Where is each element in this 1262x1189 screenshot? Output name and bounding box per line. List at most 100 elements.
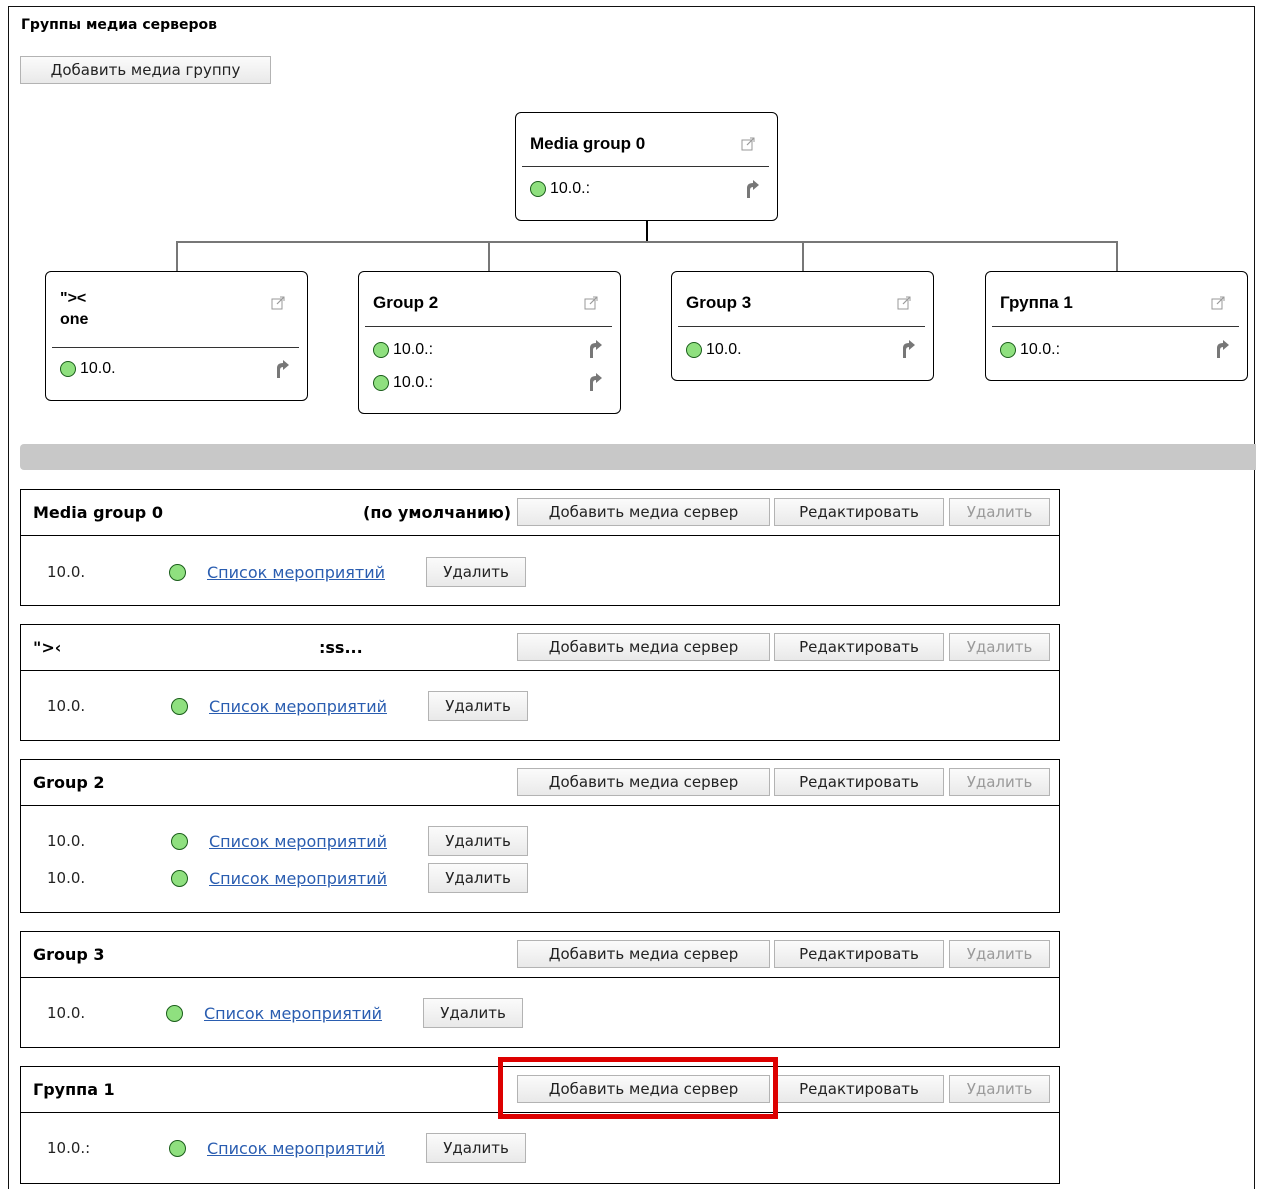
node-separator bbox=[52, 347, 299, 348]
node-separator bbox=[522, 166, 769, 167]
group-panel-header: Group 2 Добавить медиа сервер Редактиров… bbox=[21, 760, 1059, 806]
delete-group-button[interactable]: Удалить bbox=[949, 1075, 1050, 1103]
arrow-icon[interactable] bbox=[588, 340, 602, 358]
group-panel-header: ">‹ :ss... Добавить медиа сервер Редакти… bbox=[21, 625, 1059, 671]
arrow-icon[interactable] bbox=[745, 180, 759, 198]
node-separator bbox=[678, 326, 925, 327]
edit-icon[interactable] bbox=[897, 296, 911, 310]
server-row: 10.0. Список мероприятий Удалить bbox=[21, 691, 1059, 721]
tree-connector bbox=[176, 241, 178, 272]
node-separator bbox=[992, 326, 1239, 327]
tree-node[interactable]: Group 2 10.0.: 10.0.: bbox=[358, 271, 621, 414]
status-online-icon bbox=[171, 833, 188, 850]
highlight-box bbox=[498, 1057, 778, 1119]
edit-group-button[interactable]: Редактировать bbox=[774, 633, 944, 661]
tree-connector bbox=[646, 220, 648, 242]
delete-group-button[interactable]: Удалить bbox=[949, 768, 1050, 796]
tree-node[interactable]: Group 3 10.0. bbox=[671, 271, 934, 381]
edit-icon[interactable] bbox=[271, 296, 285, 310]
tree-node[interactable]: Группа 1 10.0.: bbox=[985, 271, 1248, 381]
edit-group-button[interactable]: Редактировать bbox=[774, 940, 944, 968]
events-list-link[interactable]: Список мероприятий bbox=[207, 563, 385, 582]
add-media-server-button[interactable]: Добавить медиа сервер bbox=[517, 768, 770, 796]
delete-group-button[interactable]: Удалить bbox=[949, 498, 1050, 526]
delete-server-button[interactable]: Удалить bbox=[426, 557, 526, 587]
arrow-icon[interactable] bbox=[1215, 340, 1229, 358]
server-address: 10.0. bbox=[706, 341, 742, 358]
group-panel: Group 2 Добавить медиа сервер Редактиров… bbox=[20, 759, 1060, 913]
edit-icon[interactable] bbox=[741, 137, 755, 151]
server-address: 10.0. bbox=[47, 1004, 86, 1022]
group-name-suffix: :ss... bbox=[319, 638, 363, 657]
status-online-icon bbox=[166, 1005, 183, 1022]
tree-server-row: 10.0. bbox=[686, 339, 742, 361]
delete-server-button[interactable]: Удалить bbox=[428, 691, 528, 721]
status-online-icon bbox=[1000, 342, 1016, 358]
arrow-icon[interactable] bbox=[275, 360, 289, 378]
events-list-link[interactable]: Список мероприятий bbox=[204, 1004, 382, 1023]
status-online-icon bbox=[530, 181, 546, 197]
default-group-label: (по умолчанию) bbox=[363, 503, 512, 522]
edit-icon[interactable] bbox=[1211, 296, 1225, 310]
server-row: 10.0. Список мероприятий Удалить bbox=[21, 863, 1059, 893]
delete-group-button[interactable]: Удалить bbox=[949, 633, 1050, 661]
group-name: Group 2 bbox=[33, 773, 105, 792]
delete-server-button[interactable]: Удалить bbox=[423, 998, 523, 1028]
edit-group-button[interactable]: Редактировать bbox=[774, 498, 944, 526]
server-address: 10.0. bbox=[47, 869, 86, 887]
tree-node-title: Group 3 bbox=[686, 293, 752, 312]
group-panel: Group 3 Добавить медиа сервер Редактиров… bbox=[20, 931, 1060, 1048]
group-name: Group 3 bbox=[33, 945, 105, 964]
add-media-server-button[interactable]: Добавить медиа сервер bbox=[517, 940, 770, 968]
group-name: ">‹ bbox=[33, 638, 62, 657]
server-address: 10.0.: bbox=[393, 374, 434, 391]
delete-server-button[interactable]: Удалить bbox=[428, 863, 528, 893]
node-separator bbox=[365, 326, 612, 327]
status-online-icon bbox=[171, 870, 188, 887]
status-online-icon bbox=[686, 342, 702, 358]
tree-connector bbox=[176, 241, 1118, 243]
group-panel-header: Group 3 Добавить медиа сервер Редактиров… bbox=[21, 932, 1059, 978]
events-list-link[interactable]: Список мероприятий bbox=[209, 869, 387, 888]
tree-node-title: ">< one bbox=[60, 290, 89, 328]
server-address: 10.0. bbox=[80, 360, 116, 377]
events-list-link[interactable]: Список мероприятий bbox=[209, 697, 387, 716]
arrow-icon[interactable] bbox=[588, 373, 602, 391]
tree-connector bbox=[1116, 241, 1118, 272]
tree-node-title: Media group 0 bbox=[530, 134, 646, 153]
add-media-server-button[interactable]: Добавить медиа сервер bbox=[517, 633, 770, 661]
tree-node-root[interactable]: Media group 0 10.0.: bbox=[515, 112, 778, 221]
server-address: 10.0.: bbox=[1020, 341, 1061, 358]
events-list-link[interactable]: Список мероприятий bbox=[207, 1139, 385, 1158]
tree-node-title: Group 2 bbox=[373, 293, 439, 312]
status-online-icon bbox=[373, 342, 389, 358]
add-media-server-button[interactable]: Добавить медиа сервер bbox=[517, 498, 770, 526]
server-row: 10.0. Список мероприятий Удалить bbox=[21, 998, 1059, 1028]
tree-connector bbox=[802, 241, 804, 272]
status-online-icon bbox=[373, 375, 389, 391]
tree-node-title: Группа 1 bbox=[1000, 293, 1073, 312]
status-online-icon bbox=[169, 1140, 186, 1157]
delete-server-button[interactable]: Удалить bbox=[428, 826, 528, 856]
edit-group-button[interactable]: Редактировать bbox=[774, 768, 944, 796]
edit-icon[interactable] bbox=[584, 296, 598, 310]
group-name: Media group 0 bbox=[33, 503, 163, 522]
server-row: 10.0.: Список мероприятий Удалить bbox=[21, 1133, 1059, 1163]
delete-group-button[interactable]: Удалить bbox=[949, 940, 1050, 968]
status-online-icon bbox=[60, 361, 76, 377]
group-panel-header: Media group 0 (по умолчанию) Добавить ме… bbox=[21, 490, 1059, 536]
tree-server-row: 10.0.: bbox=[1000, 339, 1060, 361]
tree-server-row: 10.0.: bbox=[373, 339, 433, 361]
server-address: 10.0. bbox=[47, 563, 86, 581]
delete-server-button[interactable]: Удалить bbox=[426, 1133, 526, 1163]
edit-group-button[interactable]: Редактировать bbox=[774, 1075, 944, 1103]
add-media-group-button[interactable]: Добавить медиа группу bbox=[20, 56, 271, 84]
status-online-icon bbox=[171, 698, 188, 715]
server-row: 10.0. Список мероприятий Удалить bbox=[21, 557, 1059, 587]
arrow-icon[interactable] bbox=[901, 340, 915, 358]
tree-node[interactable]: ">< one 10.0. bbox=[45, 271, 308, 401]
events-list-link[interactable]: Список мероприятий bbox=[209, 832, 387, 851]
horizontal-scrollbar[interactable] bbox=[20, 444, 1256, 470]
tree-connector bbox=[488, 241, 490, 272]
status-online-icon bbox=[169, 564, 186, 581]
